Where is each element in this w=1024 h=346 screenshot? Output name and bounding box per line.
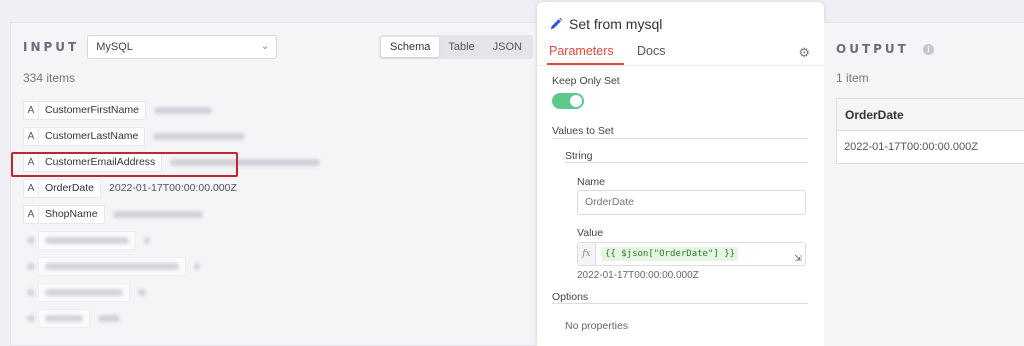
name-label: Name [577,176,606,188]
schema-field[interactable]: A CustomerLastName [23,123,320,149]
value-label: Value [577,227,604,239]
output-cell: 2022-01-17T00:00:00.000Z [844,141,978,153]
field-name[interactable]: OrderDate [38,178,102,198]
output-column-header: OrderDate [837,99,1024,131]
field-name-redacted [38,230,136,250]
field-name[interactable]: CustomerFirstName [38,100,146,120]
field-value-redacted [153,104,212,116]
field-name[interactable]: CustomerLastName [38,126,146,146]
info-icon[interactable]: i [922,43,934,55]
field-name-redacted [38,308,90,328]
name-input[interactable]: OrderDate [577,190,806,215]
schema-field[interactable]: A CustomerFirstName [23,97,320,123]
divider [565,162,808,163]
node-title: Set from mysql [549,16,662,32]
field-name-redacted [38,256,186,276]
field-name[interactable]: ShopName [38,204,105,224]
schema-field-list: A CustomerFirstName A CustomerLastName A… [23,97,321,331]
values-to-set-label: Values to Set [552,125,614,137]
string-type-icon: A [23,126,38,146]
field-value-redacted [112,208,203,220]
string-type-icon: A [23,204,38,224]
schema-field[interactable]: A OrderDate 2022-01-17T00:00:00.000Z [23,175,320,201]
node-parameters-panel: Set from mysql Parameters Docs ⚙ Keep On… [537,2,824,346]
output-table: OrderDate 2022-01-17T00:00:00.000Z [836,98,1024,164]
orderdate-highlight [11,152,238,177]
string-section-label: String [565,150,593,162]
node-title-text[interactable]: Set from mysql [569,16,662,32]
field-value: 2022-01-17T00:00:00.000Z [109,182,237,194]
output-label: OUTPUT [836,42,909,56]
schema-field-redacted[interactable] [23,279,320,305]
divider [552,138,808,139]
active-tab-indicator [547,63,624,65]
input-items-count: 334 items [23,71,76,85]
param-tabs: Parameters Docs ⚙ [537,40,824,66]
field-value-redacted [153,130,246,142]
schema-field-redacted[interactable] [23,253,320,279]
field-value-redacted [144,234,150,246]
output-items-count: 1 item [836,71,869,85]
string-type-icon: A [23,100,38,120]
output-header: OUTPUT i [836,37,934,61]
chevron-down-icon: ⌄ [260,41,270,52]
schema-field[interactable]: A ShopName [23,201,320,227]
type-icon-redacted [23,309,38,328]
view-toggle: Schema Table JSON [379,35,533,59]
fx-icon: fx [578,243,596,265]
options-label: Options [552,291,589,303]
field-value-redacted [98,312,120,324]
view-tab-schema[interactable]: Schema [381,37,440,57]
field-value-redacted [194,260,200,272]
keep-only-set-label: Keep Only Set [552,75,620,87]
field-name-redacted [38,282,130,302]
input-header: INPUT MySQL ⌄ [23,35,278,59]
view-tab-table[interactable]: Table [439,37,483,57]
keep-only-set-toggle[interactable] [552,93,584,109]
schema-field-redacted[interactable] [23,305,320,331]
output-panel: OUTPUT i 1 item OrderDate 2022-01-17T00:… [824,22,1024,346]
view-tab-json[interactable]: JSON [484,37,531,57]
value-expression-input[interactable]: fx {{ $json["OrderDate"] }} ⇲ [577,242,806,266]
expression-result: 2022-01-17T00:00:00.000Z [577,270,699,281]
input-panel: INPUT MySQL ⌄ Schema Table JSON 334 item… [10,22,536,346]
input-label: INPUT [23,40,80,54]
input-node-value: MySQL [96,41,133,53]
field-value-redacted [138,286,146,298]
type-icon-redacted [23,283,38,302]
gear-icon[interactable]: ⚙ [798,45,810,61]
string-type-icon: A [23,178,38,198]
no-properties-text: No properties [565,320,629,332]
tab-docs[interactable]: Docs [637,44,665,58]
toggle-knob [570,95,582,107]
expression-code: {{ $json["OrderDate"] }} [602,247,739,261]
pencil-icon [550,17,563,30]
schema-field-redacted[interactable] [23,227,320,253]
expand-icon[interactable]: ⇲ [792,252,804,264]
tab-parameters[interactable]: Parameters [549,44,614,58]
input-node-select[interactable]: MySQL ⌄ [87,35,278,59]
type-icon-redacted [23,231,38,250]
divider [552,303,808,304]
type-icon-redacted [23,257,38,276]
